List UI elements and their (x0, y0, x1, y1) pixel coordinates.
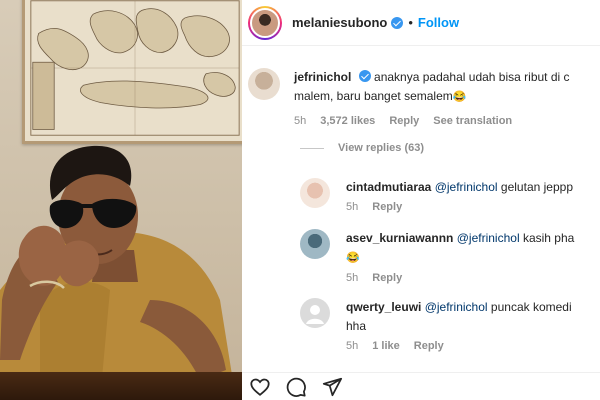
verified-badge-icon (391, 16, 404, 29)
reply-time: 5h (346, 340, 359, 352)
author-username[interactable]: melaniesubono (292, 15, 387, 30)
reply-likes[interactable]: 1 like (372, 340, 400, 352)
post-header: melaniesubono • Follow (242, 0, 600, 46)
laughing-emoji-icon: 😂 (452, 91, 467, 103)
reply-text: puncak komedi (490, 300, 572, 314)
heart-icon[interactable] (248, 375, 272, 399)
laughing-emoji-icon: 😂 (346, 252, 360, 264)
commenter-avatar[interactable] (248, 68, 280, 100)
reply-username[interactable]: cintadmutiaraa (346, 180, 431, 194)
reply-button[interactable]: Reply (414, 340, 444, 352)
reply-text: kasih pha (522, 231, 575, 245)
comment-text-continued: malem, baru banget semalem (294, 89, 453, 103)
reply: qwerty_leuwi @jefrinichol puncak komedi … (300, 298, 600, 352)
verified-badge-icon (358, 70, 371, 82)
reply-time: 5h (346, 272, 359, 284)
reply-mention-link[interactable]: @jefrinichol (457, 231, 520, 245)
comment-text: anaknya padahal udah bisa ribut di c (374, 70, 570, 84)
reply-button[interactable]: Reply (372, 272, 402, 284)
replies-divider-line (300, 147, 324, 149)
replier-avatar[interactable] (300, 178, 330, 208)
reply-username[interactable]: asev_kurniawannn (346, 231, 453, 245)
view-replies-button[interactable]: View replies (63) (300, 142, 424, 154)
person-photo (0, 145, 236, 400)
separator-dot: • (408, 15, 413, 30)
post-action-bar (242, 372, 600, 400)
comment: jefrinichol anaknya padahal udah bisa ri… (248, 68, 594, 127)
replier-avatar[interactable] (300, 229, 330, 259)
comment-likes[interactable]: 3,572 likes (320, 115, 375, 127)
reply-button[interactable]: Reply (389, 115, 419, 127)
reply-username[interactable]: qwerty_leuwi (346, 300, 421, 314)
reply: asev_kurniawannn @jefrinichol kasih pha … (300, 229, 600, 284)
instagram-comments-panel: melaniesubono • Follow jefrinichol anakn… (242, 0, 600, 400)
default-avatar-icon[interactable] (300, 298, 330, 328)
reply: cintadmutiaraa @jefrinichol gelutan jepp… (300, 178, 600, 213)
send-icon[interactable] (320, 375, 344, 399)
view-replies-label: View replies (63) (338, 142, 425, 154)
reply-mention-link[interactable]: @jefrinichol (425, 300, 488, 314)
reply-button[interactable]: Reply (372, 201, 402, 213)
see-translation-link[interactable]: See translation (433, 115, 512, 127)
comment-username[interactable]: jefrinichol (294, 70, 351, 84)
comment-icon[interactable] (284, 375, 308, 399)
reply-mention-link[interactable]: @jefrinichol (435, 180, 498, 194)
wooden-table (0, 372, 242, 400)
reply-time: 5h (346, 201, 359, 213)
follow-button[interactable]: Follow (418, 15, 459, 30)
post-photo (0, 0, 242, 400)
author-avatar[interactable] (248, 5, 282, 40)
comment-time: 5h (294, 115, 307, 127)
reply-text: gelutan jeppp (500, 180, 573, 194)
reply-text-continued: hha (346, 319, 367, 333)
